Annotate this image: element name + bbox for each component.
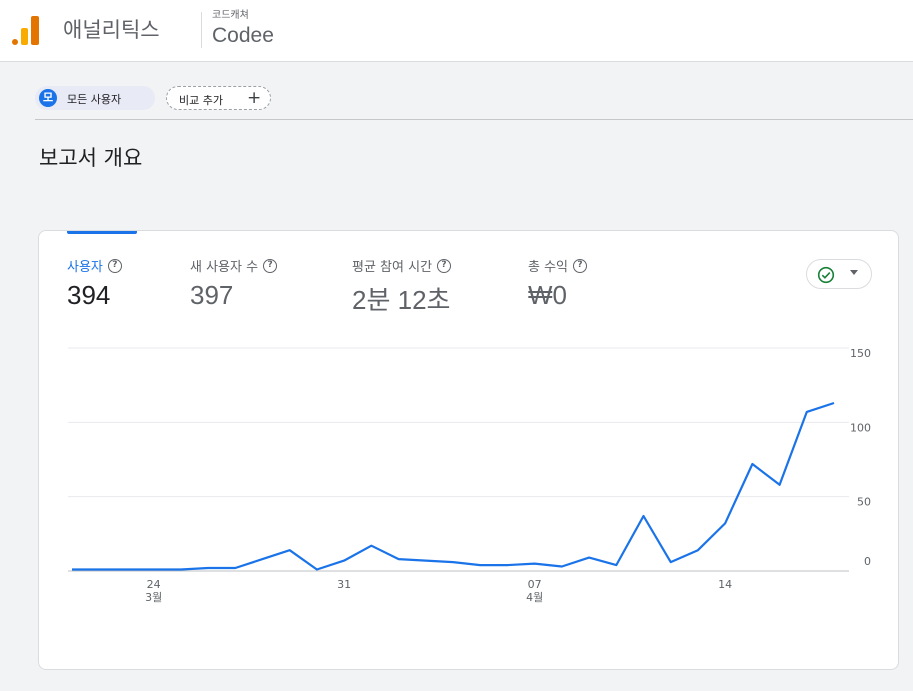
overview-card: 사용자? 394 새 사용자 수? 397 평균 참여 시간? 2분 12초 총… (38, 230, 899, 670)
help-icon[interactable]: ? (437, 258, 452, 273)
data-point (615, 564, 617, 566)
metric-revenue-label: 총 수익 (528, 260, 569, 275)
segment-badge: 모 (39, 89, 57, 107)
help-icon[interactable]: ? (263, 258, 278, 273)
metric-users-label: 사용자 (67, 260, 103, 275)
data-point (234, 567, 236, 569)
metric-new-users[interactable]: 새 사용자 수? 397 (190, 256, 278, 311)
x-tick-month-label: 4월 (526, 591, 543, 604)
data-point (343, 560, 345, 562)
app-header: 애널리틱스 코드캐쳐 Codee (0, 0, 913, 62)
users-line-chart: 150 100 50 0 243월 31 074월 14 (68, 347, 871, 604)
metric-engagement-time-value: 2분 12초 (352, 285, 451, 315)
data-point (71, 569, 73, 571)
data-point (452, 561, 454, 563)
comparison-bar: 모 모든 사용자 비교 추가 + (35, 82, 913, 120)
data-point (370, 545, 372, 547)
header-divider (201, 12, 202, 48)
data-point (180, 569, 182, 571)
active-tab-indicator (67, 231, 137, 234)
metric-new-users-value: 397 (190, 280, 234, 310)
data-point (207, 567, 209, 569)
y-tick-label: 50 (857, 496, 871, 509)
metric-engagement-time[interactable]: 평균 참여 시간? 2분 12초 (352, 256, 452, 317)
data-point (588, 557, 590, 559)
account-name[interactable]: 코드캐쳐 (212, 6, 249, 21)
help-icon[interactable]: ? (573, 258, 588, 273)
add-comparison-button[interactable]: 비교 추가 + (166, 86, 271, 110)
data-point (398, 558, 400, 560)
property-name[interactable]: Codee (212, 24, 274, 48)
data-point (262, 558, 264, 560)
chevron-down-icon (850, 270, 858, 275)
data-point (697, 549, 699, 551)
all-users-chip[interactable]: 모 모든 사용자 (35, 86, 155, 110)
data-point (670, 561, 672, 563)
plus-icon: + (247, 88, 262, 108)
y-tick-label: 100 (850, 421, 871, 434)
add-comparison-label: 비교 추가 (179, 94, 223, 107)
check-circle-icon (817, 266, 835, 284)
data-point (425, 560, 427, 562)
metric-users-value: 394 (67, 280, 111, 310)
analytics-logo-icon[interactable] (12, 14, 42, 46)
data-point (316, 569, 318, 571)
data-point (806, 411, 808, 413)
metric-revenue[interactable]: 총 수익? ₩0 (528, 256, 588, 311)
all-users-label: 모든 사용자 (67, 93, 122, 106)
data-point (153, 569, 155, 571)
data-point (833, 402, 835, 404)
data-point (506, 564, 508, 566)
x-tick-label: 14 (718, 578, 732, 591)
data-point (98, 569, 100, 571)
x-tick-label: 24 (147, 578, 161, 591)
y-tick-label: 150 (850, 347, 871, 360)
data-quality-dropdown[interactable] (806, 259, 872, 289)
y-tick-label: 0 (864, 555, 871, 568)
page-title: 보고서 개요 (39, 146, 143, 170)
data-point (751, 463, 753, 465)
data-point (289, 549, 291, 551)
metric-revenue-value: ₩0 (528, 280, 567, 310)
users-series-line (72, 401, 835, 571)
metric-users[interactable]: 사용자? 394 (67, 256, 122, 311)
data-point (534, 563, 536, 565)
data-point (643, 515, 645, 517)
data-point (724, 522, 726, 524)
app-name: 애널리틱스 (63, 18, 160, 42)
metric-new-users-label: 새 사용자 수 (190, 260, 259, 275)
help-icon[interactable]: ? (107, 258, 122, 273)
x-tick-label: 31 (337, 578, 351, 591)
metric-engagement-time-label: 평균 참여 시간 (352, 260, 433, 275)
x-tick-label: 07 (528, 578, 542, 591)
data-point (125, 569, 127, 571)
data-point (779, 484, 781, 486)
data-point (479, 564, 481, 566)
data-point (561, 566, 563, 568)
x-tick-month-label: 3월 (145, 591, 162, 604)
